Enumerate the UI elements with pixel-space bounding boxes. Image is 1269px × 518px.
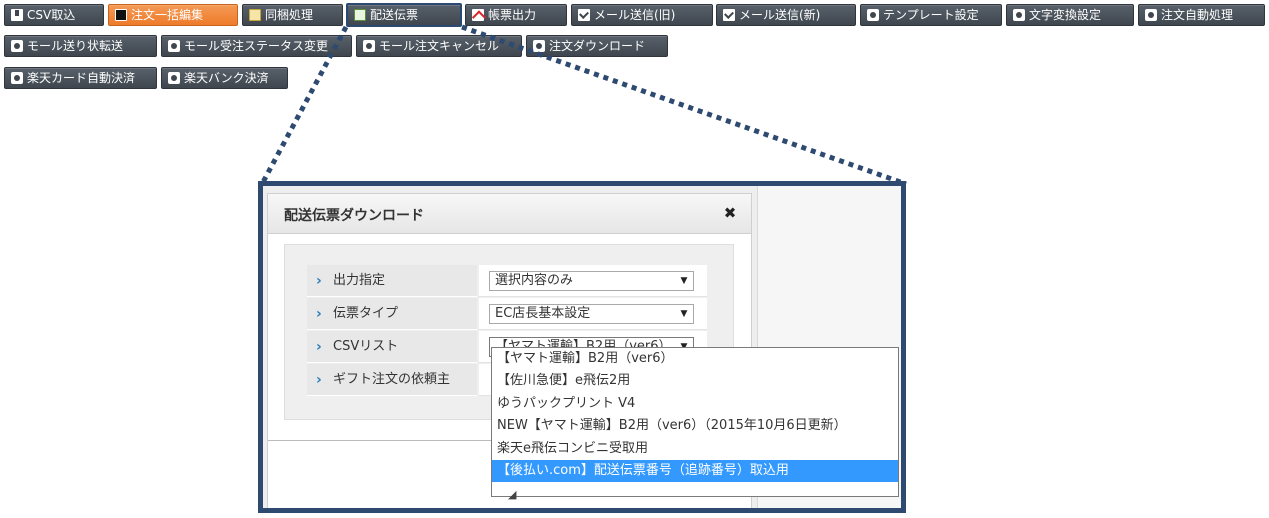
form-row-output: › 出力指定 選択内容のみ ▼ (307, 265, 707, 298)
button-label: 配送伝票 (370, 8, 419, 22)
form-row-slip-type: › 伝票タイプ EC店長基本設定 ▼ (307, 298, 707, 331)
report-output-button[interactable]: 帳票出力 (465, 4, 567, 26)
output-select[interactable]: 選択内容のみ ▼ (489, 271, 694, 291)
rakuten-card-auto-payment-button[interactable]: 楽天カード自動決済 (4, 67, 157, 89)
gear-icon (11, 40, 23, 52)
send-mail-old-button[interactable]: メール送信(旧) (571, 4, 713, 26)
button-label: 文字変換設定 (1029, 8, 1102, 22)
edit-icon (115, 9, 127, 21)
form-label: › 伝票タイプ (307, 298, 477, 330)
slip-type-select[interactable]: EC店長基本設定 ▼ (489, 304, 694, 324)
download-icon (11, 9, 23, 21)
rakuten-bank-payment-button[interactable]: 楽天バンク決済 (161, 67, 288, 89)
chevron-right-icon: › (316, 306, 322, 322)
list-icon (249, 9, 261, 21)
form-label: › 出力指定 (307, 265, 477, 297)
button-label: CSV取込 (27, 8, 76, 22)
truck-icon (354, 9, 366, 21)
button-label: 帳票出力 (488, 8, 537, 22)
dropdown-option-highlighted[interactable]: 【後払い.com】配送伝票番号（追跡番号）取込用 (492, 459, 898, 483)
csv-list-dropdown: 【ヤマト運輸】B2用（ver6） 【佐川急便】e飛伝2用 ゆうパックプリント V… (491, 347, 899, 497)
mall-order-status-change-button[interactable]: モール受注ステータス変更 (161, 35, 352, 57)
dropdown-option[interactable]: NEW【ヤマト運輸】B2用（ver6）（2015年10月6日更新） (492, 415, 898, 437)
dialog-title: 配送伝票ダウンロード (284, 208, 424, 224)
button-label: テンプレート設定 (883, 8, 979, 22)
mail-icon (578, 9, 590, 21)
button-label: メール送信(新) (739, 8, 821, 22)
mail-icon (723, 9, 735, 21)
send-mail-new-button[interactable]: メール送信(新) (716, 4, 856, 26)
dropdown-option[interactable]: ゆうパックプリント V4 (492, 393, 898, 415)
pdf-icon (472, 9, 484, 21)
button-label: モール送り状転送 (27, 39, 124, 53)
gear-icon (168, 40, 180, 52)
mall-invoice-transfer-button[interactable]: モール送り状転送 (4, 35, 157, 57)
button-label: モール受注ステータス変更 (184, 39, 329, 53)
button-label: 注文一括編集 (131, 8, 204, 22)
character-conversion-settings-button[interactable]: 文字変換設定 (1006, 4, 1134, 26)
gear-icon (867, 9, 879, 21)
form-value: 選択内容のみ ▼ (479, 265, 707, 297)
dialog-header: 配送伝票ダウンロード ✖ (268, 194, 751, 234)
button-label: 注文自動処理 (1161, 8, 1234, 22)
template-settings-button[interactable]: テンプレート設定 (860, 4, 1002, 26)
gear-icon (1145, 9, 1157, 21)
select-value: EC店長基本設定 (495, 306, 591, 321)
select-value: 選択内容のみ (495, 273, 574, 288)
resize-handle-icon[interactable]: ◢ (508, 488, 516, 501)
form-label: › ギフト注文の依頼主 (307, 364, 477, 396)
button-label: 注文ダウンロード (549, 39, 646, 53)
chevron-down-icon: ▼ (675, 305, 693, 323)
gear-icon (363, 40, 375, 52)
zoom-frame: 配送伝票ダウンロード ✖ › 出力指定 選択内容のみ ▼ › 伝票タイプ EC店… (258, 181, 906, 513)
close-icon[interactable]: ✖ (721, 204, 739, 222)
chevron-right-icon: › (316, 339, 322, 355)
button-label: 楽天バンク決済 (184, 71, 269, 85)
dropdown-option[interactable]: 【ヤマト運輸】B2用（ver6） (492, 348, 898, 370)
form-label-text: 出力指定 (333, 273, 386, 288)
chevron-down-icon: ▼ (675, 272, 693, 290)
dropdown-option[interactable]: 楽天e飛伝コンビニ受取用 (492, 438, 898, 460)
shipping-slip-button[interactable]: 配送伝票 (346, 3, 462, 27)
order-download-button[interactable]: 注文ダウンロード (526, 35, 668, 57)
form-label-text: ギフト注文の依頼主 (333, 372, 451, 387)
gear-icon (1013, 9, 1025, 21)
chevron-right-icon: › (316, 273, 322, 289)
csv-import-button[interactable]: CSV取込 (4, 4, 104, 26)
bundle-process-button[interactable]: 同梱処理 (242, 4, 343, 26)
gear-icon (168, 72, 180, 84)
dropdown-option[interactable]: 【佐川急便】e飛伝2用 (492, 370, 898, 392)
form-value: EC店長基本設定 ▼ (479, 298, 707, 330)
chevron-right-icon: › (316, 372, 322, 388)
button-label: 楽天カード自動決済 (27, 71, 136, 85)
bulk-edit-orders-button[interactable]: 注文一括編集 (108, 4, 238, 26)
form-label: › CSVリスト (307, 331, 477, 363)
button-label: メール送信(旧) (594, 8, 676, 22)
button-label: 同梱処理 (265, 8, 314, 22)
form-label-text: 伝票タイプ (333, 306, 399, 321)
form-label-text: CSVリスト (333, 339, 399, 354)
auto-order-process-button[interactable]: 注文自動処理 (1138, 4, 1265, 26)
button-label: モール注文キャンセル (379, 39, 500, 53)
gear-icon (533, 40, 545, 52)
gear-icon (11, 72, 23, 84)
mall-order-cancel-button[interactable]: モール注文キャンセル (356, 35, 522, 57)
